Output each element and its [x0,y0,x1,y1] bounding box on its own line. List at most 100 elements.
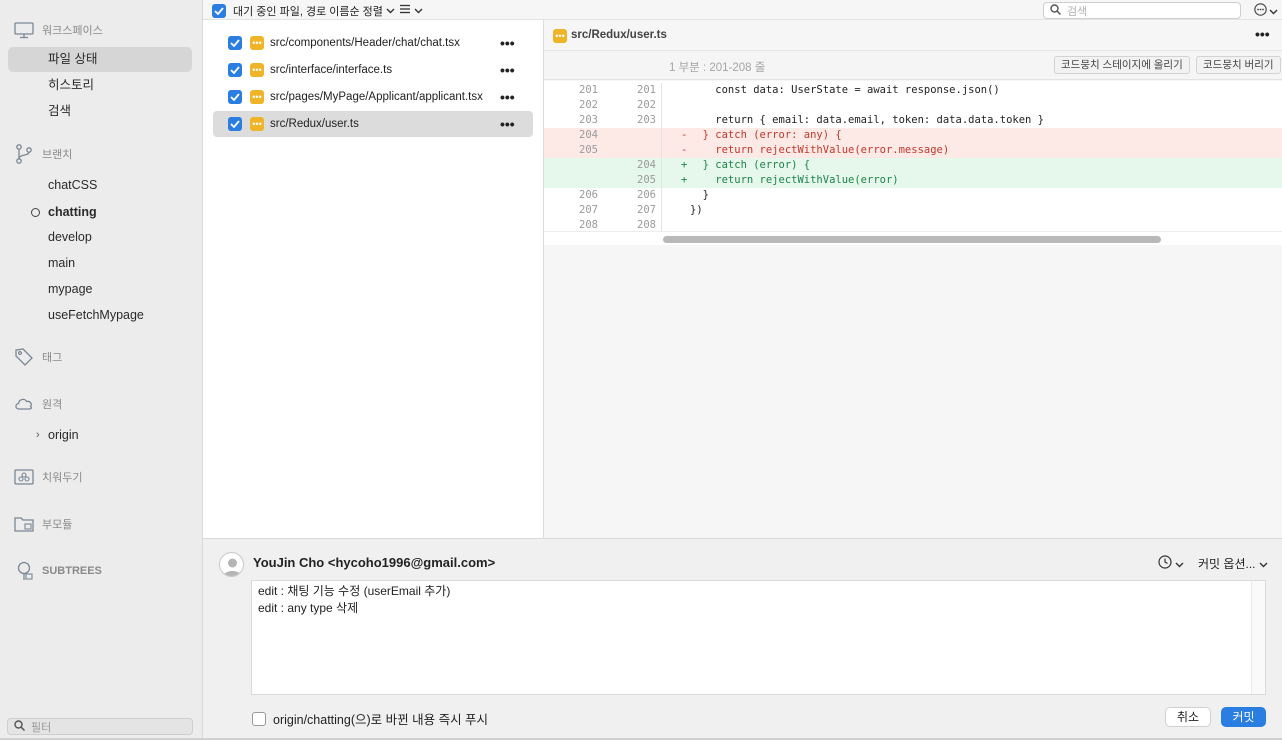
sort-label[interactable]: 대기 중인 파일, 경로 이름순 정렬 [233,3,383,19]
discard-hunk-button[interactable]: 코드뭉치 버리기 [1196,56,1281,74]
file-actions-icon[interactable]: ••• [500,62,515,78]
chevron-down-icon [414,3,423,17]
remote-section[interactable]: 원격 [14,394,62,414]
view-mode-button[interactable] [399,3,423,17]
diff-line: 206 206 } [579,188,709,203]
sidebar-item-search[interactable]: 검색 [8,99,192,124]
commit-message-line: edit : 채팅 기능 수정 (userEmail 추가) [258,584,451,598]
sidebar-item-label: 히스토리 [48,78,95,92]
stash-section[interactable]: 치워두기 [14,467,82,487]
stash-icon [14,467,34,487]
file-checkbox[interactable] [228,90,242,104]
filter-input[interactable]: 필터 [7,718,193,735]
diff-file-name: src/Redux/user.ts [571,29,667,41]
sidebar-item-history[interactable]: 히스토리 [8,73,192,98]
remote-label: origin [48,428,79,442]
sort-control[interactable]: 대기 중인 파일, 경로 이름순 정렬 [212,3,395,19]
diff-panel: ••• src/Redux/user.ts ••• 1 부분 : 201-208… [544,20,1282,538]
file-actions-icon[interactable]: ••• [500,89,515,105]
remote-title: 원격 [42,399,63,411]
workspace-section: 워크스페이스 [14,20,103,40]
file-row[interactable]: ••• src/pages/MyPage/Applicant/applicant… [213,84,533,110]
tags-section[interactable]: 태그 [14,347,62,367]
branch-item[interactable]: main [8,251,192,276]
commit-message-line: edit : any type 삭제 [258,601,359,615]
branch-item-current[interactable]: chatting [8,200,192,225]
diff-line-added: 205 + return rejectWithValue(error) [544,173,1282,188]
file-path: src/components/Header/chat/chat.tsx [270,37,460,49]
diff-actions-icon[interactable]: ••• [1255,26,1270,42]
commit-options-button[interactable]: 커밋 옵션... [1198,555,1268,572]
push-immediately-option[interactable]: origin/chatting(으)로 바뀐 내용 즉시 푸시 [252,709,488,728]
search-placeholder: 검색 [1067,5,1088,18]
chevron-right-icon[interactable]: › [36,423,40,448]
diff-line-removed: 204- } catch (error: any) { [544,128,1282,143]
search-input[interactable]: 검색 [1043,2,1241,19]
clock-icon [1158,555,1172,572]
subtrees-section[interactable]: SUBTREES [14,561,102,581]
diff-line: 207 207}) [579,203,703,218]
monitor-icon [14,20,34,40]
diff-header: ••• src/Redux/user.ts ••• [544,20,1282,51]
file-checkbox[interactable] [228,117,242,131]
file-checkbox[interactable] [228,36,242,50]
toolbar: 대기 중인 파일, 경로 이름순 정렬 검색 [203,0,1282,20]
branch-title: 브랜치 [42,149,73,161]
scrollbar-thumb[interactable] [663,236,1161,243]
branch-label: mypage [48,282,93,296]
branch-item[interactable]: develop [8,225,192,250]
branch-label: chatting [48,205,97,219]
commit-history-button[interactable] [1158,555,1184,572]
stash-title: 치워두기 [42,472,83,484]
diff-line: 201 201 const data: UserState = await res… [579,83,1000,98]
horizontal-scrollbar[interactable] [544,231,1282,245]
more-options-button[interactable] [1254,3,1278,19]
file-row[interactable]: ••• src/interface/interface.ts ••• [213,57,533,83]
chevron-down-icon [386,5,395,17]
sidebar-item-file-status[interactable]: 파일 상태 [8,47,192,72]
push-label: origin/chatting(으)로 바뀐 내용 즉시 푸시 [273,713,489,727]
modified-icon: ••• [250,90,264,104]
stage-hunk-button[interactable]: 코드뭉치 스테이지에 올리기 [1054,56,1190,74]
branch-label: develop [48,230,92,244]
modified-icon: ••• [553,29,567,43]
folder-icon [14,514,34,534]
chevron-down-icon [1259,557,1268,571]
filter-placeholder: 필터 [31,721,52,734]
submodule-title: 부모듈 [42,519,73,531]
diff-line-removed: 205- return rejectWithValue(error.messag… [544,143,1282,158]
sidebar-item-label: 검색 [48,104,72,118]
branch-item[interactable]: useFetchMypage [8,303,192,328]
submodule-section[interactable]: 부모듈 [14,514,72,534]
cancel-button[interactable]: 취소 [1165,707,1211,727]
search-icon [1050,3,1062,18]
file-row-selected[interactable]: ••• src/Redux/user.ts ••• [213,111,533,137]
avatar [219,552,244,577]
file-actions-icon[interactable]: ••• [500,35,515,51]
commit-author: YouJin Cho <hycoho1996@gmail.com> [253,555,496,570]
remote-item-origin[interactable]: › origin [8,423,192,448]
file-actions-icon[interactable]: ••• [500,116,515,132]
current-branch-icon [31,208,40,217]
commit-button[interactable]: 커밋 [1221,707,1266,727]
branch-section[interactable]: 브랜치 [14,144,72,164]
branch-label: chatCSS [48,178,98,192]
push-checkbox[interactable] [252,711,266,726]
branch-item[interactable]: chatCSS [8,173,192,198]
message-scrollbar[interactable] [1251,581,1265,694]
modified-icon: ••• [250,36,264,50]
select-all-checkbox[interactable] [212,4,226,18]
diff-code: 201 201 const data: UserState = await res… [544,81,1282,233]
sidebar-item-label: 파일 상태 [48,52,98,66]
diff-line-added: 204 + } catch (error) { [544,158,1282,173]
file-checkbox[interactable] [228,63,242,77]
workspace-title: 워크스페이스 [42,25,103,37]
commit-message-input[interactable]: edit : 채팅 기능 수정 (userEmail 추가) edit : an… [251,580,1266,695]
commit-panel: YouJin Cho <hycoho1996@gmail.com> 커밋 옵션.… [203,538,1282,740]
diff-line: 202 202 [544,98,1282,113]
file-row[interactable]: ••• src/components/Header/chat/chat.tsx … [213,30,533,56]
cloud-icon [14,394,34,414]
file-path: src/interface/interface.ts [270,64,393,76]
staged-file-list: ••• src/components/Header/chat/chat.tsx … [203,20,544,538]
branch-item[interactable]: mypage [8,277,192,302]
